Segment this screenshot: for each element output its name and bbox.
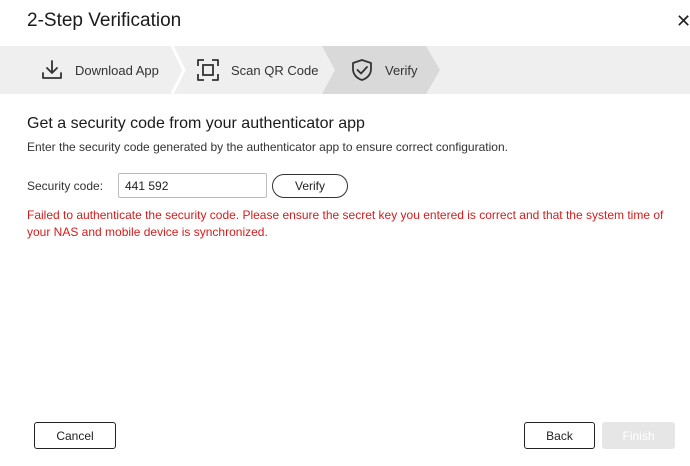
cancel-button[interactable]: Cancel [34,422,116,449]
dialog-title: 2-Step Verification [27,10,182,31]
download-icon [40,58,64,82]
title-bar: 2-Step Verification ✕ [0,0,690,44]
verify-button[interactable]: Verify [272,174,348,198]
step-label: Download App [75,62,159,78]
step-verify: Verify [350,46,418,94]
step-label: Verify [385,62,418,78]
step-scan-qr-code: Scan QR Code [196,46,318,94]
step-label: Scan QR Code [231,62,319,78]
step-progress-bar: Download App Scan QR Code Verify [0,46,690,94]
security-code-input[interactable] [118,173,267,198]
close-icon[interactable]: ✕ [676,9,690,33]
security-code-label: Security code: [27,179,104,193]
step-download-app: Download App [40,46,159,94]
back-button[interactable]: Back [524,422,595,449]
step-divider [170,46,186,94]
shield-check-icon [350,58,374,82]
section-heading: Get a security code from your authentica… [27,115,365,132]
error-message: Failed to authenticate the security code… [27,208,664,239]
finish-button[interactable]: Finish [602,422,675,449]
qr-scan-icon [196,58,220,82]
section-description: Enter the security code generated by the… [27,140,508,154]
